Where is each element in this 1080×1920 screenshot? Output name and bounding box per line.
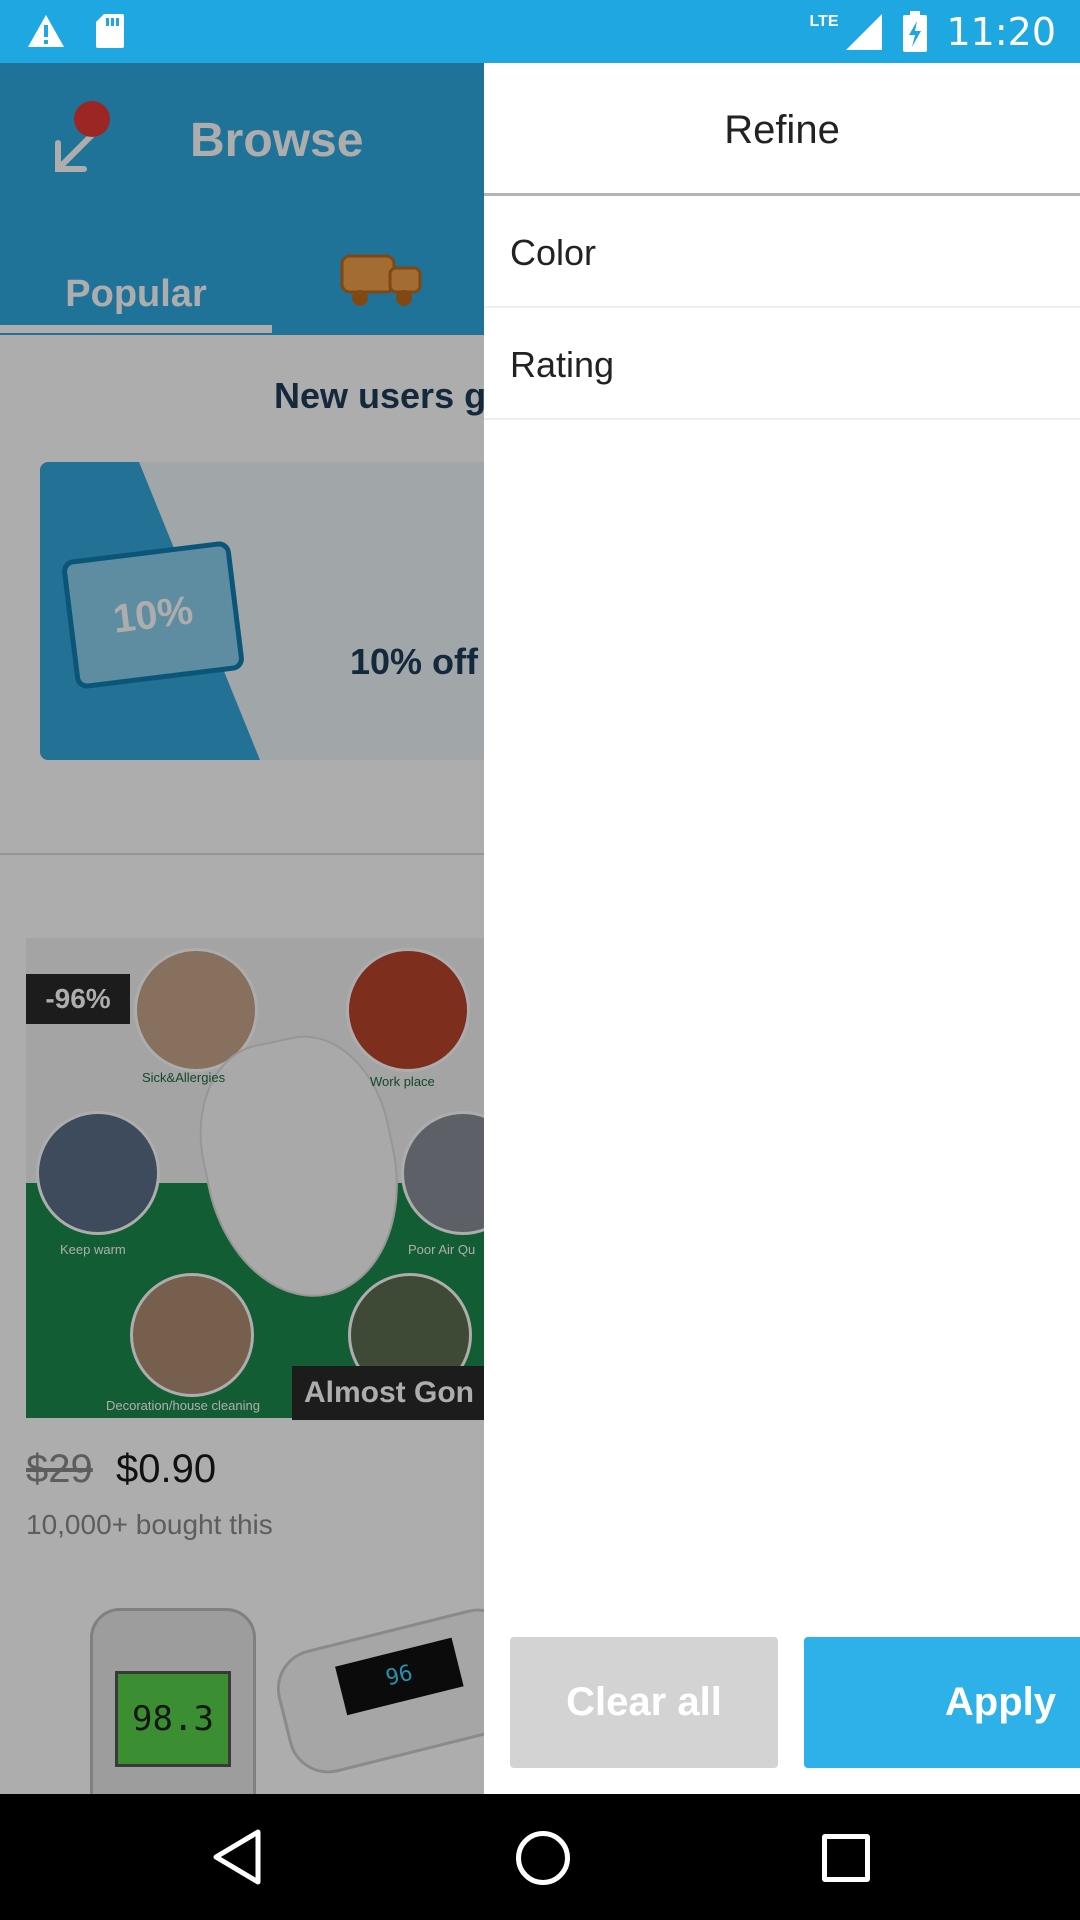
status-bar: LTE 11:20 (0, 0, 1080, 63)
drawer-scrim[interactable] (0, 63, 484, 1794)
apply-button[interactable]: Apply (804, 1637, 1080, 1768)
filter-rating[interactable]: Rating (484, 308, 1080, 420)
navigation-bar (0, 1794, 1080, 1920)
filter-color[interactable]: Color (484, 196, 1080, 308)
nav-home-icon[interactable] (516, 1831, 570, 1885)
network-type: LTE (809, 12, 839, 30)
signal-icon (846, 13, 883, 50)
warning-icon (28, 15, 64, 47)
refine-drawer: Refine Color Rating Clear all Apply (484, 63, 1080, 1794)
battery-charging-icon (903, 10, 928, 52)
drawer-title: Refine (724, 108, 840, 152)
filter-label: Rating (510, 344, 615, 385)
filter-label: Color (510, 232, 597, 273)
nav-back-icon[interactable] (210, 1828, 264, 1886)
clear-all-button[interactable]: Clear all (510, 1637, 778, 1768)
clock: 11:20 (946, 9, 1056, 54)
nav-recents-icon[interactable] (822, 1834, 870, 1882)
sd-card-icon (96, 14, 124, 48)
